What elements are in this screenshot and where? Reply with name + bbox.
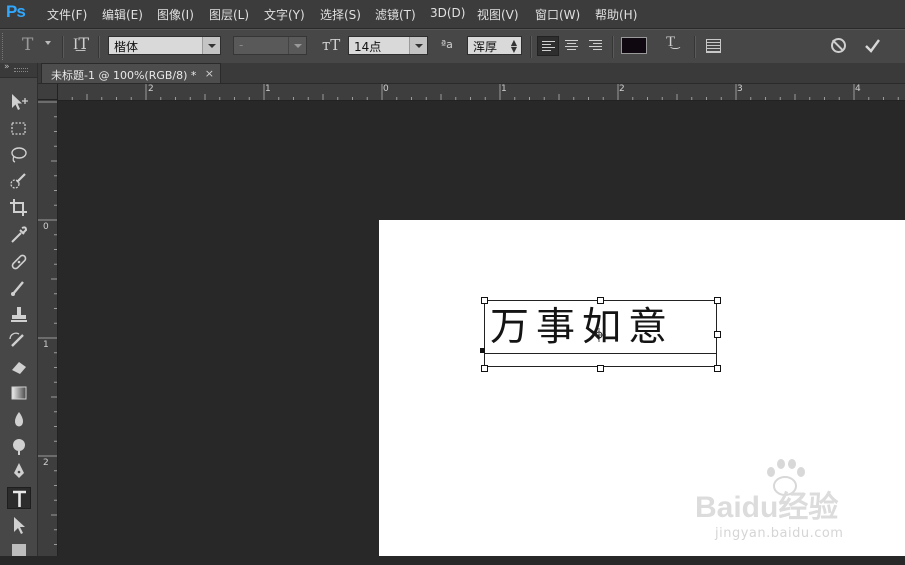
- transform-handle[interactable]: [714, 331, 721, 338]
- eraser-tool-icon[interactable]: [7, 356, 31, 378]
- menu-type[interactable]: 文字(Y): [264, 6, 305, 23]
- warp-text-icon[interactable]: T͜: [666, 32, 675, 51]
- dodge-tool-icon[interactable]: [7, 435, 31, 457]
- font-size-icon: ᴛT: [322, 36, 341, 54]
- antialias-value: 浑厚: [473, 40, 498, 54]
- tools-panel: »: [0, 62, 38, 556]
- gradient-tool-icon[interactable]: [7, 382, 31, 404]
- text-anchor-point[interactable]: [480, 348, 485, 353]
- transform-handle[interactable]: [481, 365, 488, 372]
- font-style-value: -: [239, 38, 244, 52]
- watermark: Baidu经验 jingyan.baidu.com: [695, 458, 895, 556]
- clone-stamp-tool-icon[interactable]: [7, 304, 31, 326]
- ruler-origin[interactable]: [38, 84, 58, 100]
- horizontal-ruler[interactable]: 2 1 0 1 2 3 4: [58, 84, 905, 101]
- tool-preset-chevron-icon[interactable]: [45, 41, 51, 45]
- chevron-down-icon: [202, 37, 220, 54]
- menu-help[interactable]: 帮助(H): [595, 6, 637, 23]
- watermark-brand: Baidu经验: [695, 491, 839, 524]
- toggle-orientation-icon[interactable]: I͟T: [73, 34, 89, 54]
- history-brush-tool-icon[interactable]: [7, 330, 31, 352]
- chevron-down-icon: [288, 37, 306, 54]
- options-bar: T I͟T 楷体 - ᴛT 14点 ªa 浑厚 ▲ ▼ T͜: [0, 29, 905, 64]
- chevron-down-icon: [409, 37, 427, 54]
- font-size-select[interactable]: 14点: [348, 36, 428, 55]
- character-panel-icon[interactable]: [706, 39, 721, 53]
- antialias-select[interactable]: 浑厚 ▲ ▼: [467, 36, 522, 55]
- menu-window[interactable]: 窗口(W): [535, 6, 580, 23]
- transform-handle[interactable]: [597, 297, 604, 304]
- quick-selection-tool-icon[interactable]: [7, 171, 31, 193]
- align-center-button[interactable]: [561, 36, 583, 56]
- text-color-swatch[interactable]: [621, 37, 647, 54]
- eyedropper-tool-icon[interactable]: [7, 224, 31, 246]
- tool-preset-type-icon[interactable]: T: [22, 35, 33, 55]
- lasso-tool-icon[interactable]: [7, 144, 31, 166]
- font-style-select[interactable]: -: [233, 36, 307, 55]
- path-selection-tool-icon[interactable]: [7, 514, 31, 536]
- align-right-button[interactable]: [585, 36, 607, 56]
- menu-select[interactable]: 选择(S): [320, 6, 361, 23]
- align-left-button[interactable]: [537, 36, 559, 56]
- move-tool-icon[interactable]: [7, 91, 31, 113]
- healing-brush-tool-icon[interactable]: [7, 251, 31, 273]
- font-family-value: 楷体: [114, 40, 139, 54]
- cancel-icon[interactable]: [831, 38, 846, 53]
- vertical-ruler[interactable]: 0 1 2: [38, 100, 58, 556]
- tools-panel-header[interactable]: »: [0, 62, 37, 78]
- close-icon[interactable]: ×: [205, 67, 214, 80]
- menu-layer[interactable]: 图层(L): [209, 6, 249, 23]
- ruler-label: 2: [619, 84, 625, 94]
- ruler-label: 1: [43, 340, 49, 350]
- stepper-icon: ▲ ▼: [510, 38, 517, 54]
- menu-3d[interactable]: 3D(D): [430, 6, 465, 20]
- document-text-layer[interactable]: 万事如意: [490, 306, 674, 350]
- menu-edit[interactable]: 编辑(E): [102, 6, 143, 23]
- antialias-icon: ªa: [441, 38, 453, 51]
- document-tab-title: 未标题-1 @ 100%(RGB/8) *: [51, 69, 197, 82]
- blur-tool-icon[interactable]: [7, 409, 31, 431]
- font-family-select[interactable]: 楷体: [108, 36, 221, 55]
- transform-handle[interactable]: [714, 365, 721, 372]
- marquee-tool-icon[interactable]: [7, 118, 31, 140]
- rectangle-tool-icon[interactable]: [7, 540, 31, 562]
- font-size-value: 14点: [354, 40, 382, 54]
- transform-handle[interactable]: [714, 297, 721, 304]
- transform-handle[interactable]: [481, 297, 488, 304]
- commit-check-icon[interactable]: [864, 38, 881, 53]
- menu-view[interactable]: 视图(V): [477, 6, 519, 23]
- document-tab[interactable]: 未标题-1 @ 100%(RGB/8) * ×: [41, 63, 221, 83]
- app-logo: Ps: [6, 2, 26, 21]
- ruler-label: 4: [855, 84, 861, 94]
- ruler-label: 2: [43, 458, 49, 468]
- menu-filter[interactable]: 滤镜(T): [375, 6, 416, 23]
- collapse-icon[interactable]: »: [4, 62, 10, 72]
- watermark-url: jingyan.baidu.com: [715, 526, 844, 541]
- transform-handle[interactable]: [597, 365, 604, 372]
- reference-point-icon[interactable]: [592, 328, 606, 342]
- menu-image[interactable]: 图像(I): [157, 6, 194, 23]
- ruler-label: 1: [501, 84, 507, 94]
- options-grip-icon[interactable]: [2, 33, 9, 60]
- brush-tool-icon[interactable]: [7, 277, 31, 299]
- menu-bar: Ps 文件(F) 编辑(E) 图像(I) 图层(L) 文字(Y) 选择(S) 滤…: [0, 0, 905, 29]
- ruler-label: 3: [737, 84, 743, 94]
- ruler-label: 0: [383, 84, 389, 94]
- ruler-label: 0: [43, 222, 49, 232]
- type-tool-icon[interactable]: [7, 487, 31, 509]
- menu-file[interactable]: 文件(F): [47, 6, 87, 23]
- document-tab-strip: 未标题-1 @ 100%(RGB/8) * ×: [38, 63, 905, 84]
- pen-tool-icon[interactable]: [7, 461, 31, 483]
- ruler-label: 1: [265, 84, 271, 94]
- panel-grip-icon[interactable]: [14, 68, 28, 72]
- crop-tool-icon[interactable]: [7, 197, 31, 219]
- ruler-label: 2: [148, 84, 154, 94]
